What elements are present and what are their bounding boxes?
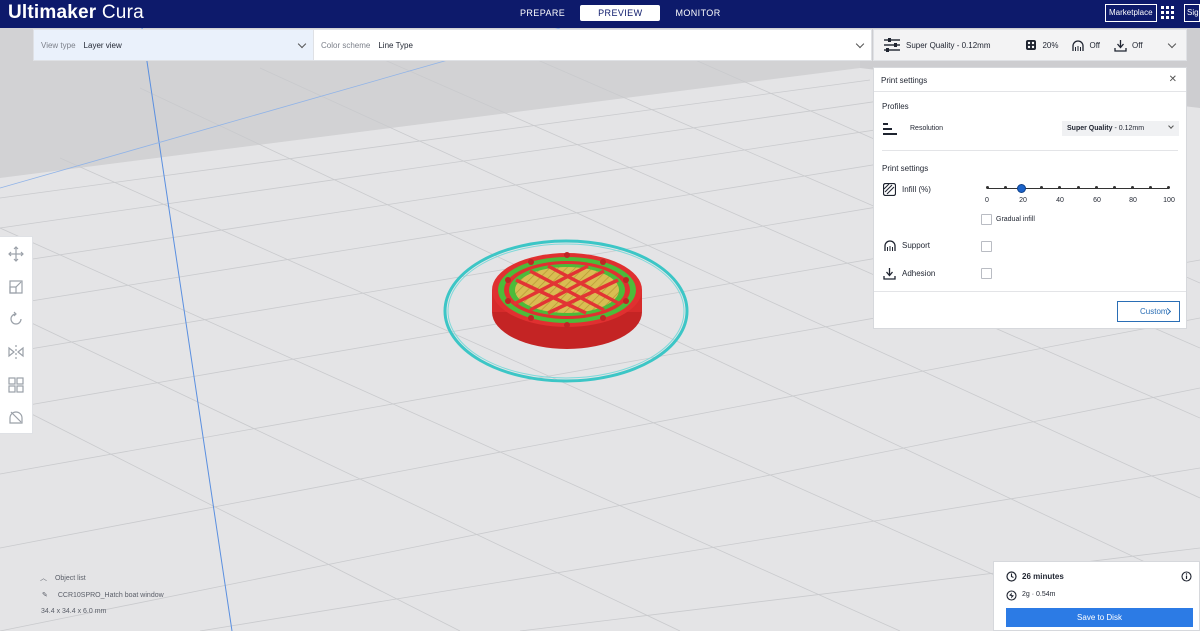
- slider-tick-label: 0: [985, 197, 989, 204]
- material-estimate: 2g · 0.54m: [1022, 591, 1056, 598]
- infill-hatch-icon: [883, 183, 896, 196]
- slider-tick-label: 40: [1056, 197, 1064, 204]
- slider-dot: [1113, 186, 1116, 189]
- move-icon[interactable]: [8, 246, 24, 262]
- adhesion-checkbox[interactable]: [981, 268, 992, 279]
- clock-icon: [1006, 571, 1017, 582]
- output-panel: 26 minutes 2g · 0.54m Save to Disk: [993, 561, 1200, 631]
- adhesion-icon: [883, 268, 896, 280]
- infill-label: Infill (%): [902, 185, 931, 194]
- info-icon[interactable]: [1181, 571, 1192, 582]
- support-label: Support: [902, 241, 931, 250]
- print-settings-heading: Print settings: [882, 164, 929, 173]
- sign-in-button[interactable]: Sign in: [1184, 4, 1200, 22]
- slider-dot: [986, 186, 989, 189]
- tab-monitor[interactable]: MONITOR: [660, 5, 735, 21]
- marketplace-button[interactable]: Marketplace: [1105, 4, 1157, 22]
- slider-dot: [1131, 186, 1134, 189]
- object-list-header: Object list: [54, 575, 86, 582]
- rotate-icon[interactable]: [8, 311, 24, 327]
- custom-button[interactable]: Custom: [1117, 301, 1180, 322]
- infill-summary: 20%: [1042, 40, 1059, 50]
- pencil-icon: ✎: [42, 592, 48, 599]
- top-bar: Ultimaker Cura PREPARE PREVIEW MONITOR M…: [0, 0, 1200, 28]
- divider: [874, 291, 1186, 292]
- support-blocker-icon[interactable]: [8, 409, 24, 425]
- slider-dot: [1040, 186, 1043, 189]
- slider-tick-label: 60: [1093, 197, 1101, 204]
- stage-tabs: PREPARE PREVIEW MONITOR: [505, 5, 736, 21]
- tab-preview[interactable]: PREVIEW: [580, 5, 661, 21]
- slider-dot: [1167, 186, 1170, 189]
- settings-sliders-icon: [884, 38, 900, 52]
- app-logo-bold: Ultimaker: [8, 2, 97, 23]
- divider: [882, 150, 1178, 151]
- gradual-infill-label: Gradual infill: [996, 216, 1035, 223]
- view-toolbar: View type Layer view Color scheme Line T…: [33, 29, 872, 61]
- object-list-toggle[interactable]: ︿ Object list: [40, 573, 86, 583]
- object-dimensions: 34.4 x 34.4 x 6.0 mm: [41, 608, 107, 615]
- adhesion-label: Adhesion: [902, 269, 936, 278]
- chevron-down-icon: [855, 39, 865, 49]
- chevron-down-icon: [1167, 39, 1177, 49]
- object-file-name: CCR10SPRO_Hatch boat window: [57, 592, 164, 599]
- resolution-value-quality: Super Quality: [1067, 125, 1113, 132]
- slider-tick-label: 100: [1163, 197, 1175, 204]
- profile-summary: Super Quality - 0.12mm: [906, 40, 991, 50]
- chevron-up-icon: ︿: [40, 575, 47, 582]
- support-icon: [884, 240, 896, 251]
- profiles-heading: Profiles: [882, 102, 909, 111]
- view-type-select[interactable]: View type Layer view: [34, 30, 314, 60]
- gradual-infill-checkbox[interactable]: [981, 214, 992, 225]
- close-icon[interactable]: ✕: [1169, 74, 1177, 85]
- support-summary: Off: [1089, 40, 1101, 50]
- slider-dot: [1058, 186, 1061, 189]
- slider-tick-label: 20: [1019, 197, 1027, 204]
- adhesion-summary: Off: [1132, 40, 1143, 50]
- slider-handle[interactable]: [1017, 184, 1026, 193]
- app-logo-light: Cura: [101, 2, 144, 23]
- color-scheme-value: Line Type: [378, 40, 413, 50]
- app-logo: Ultimaker Cura: [8, 1, 144, 25]
- divider: [874, 91, 1186, 92]
- view-type-label: View type: [41, 40, 76, 50]
- tab-prepare[interactable]: PREPARE: [505, 5, 580, 21]
- support-icon: [1071, 39, 1084, 51]
- resolution-select[interactable]: Super Quality - 0.12mm: [1062, 121, 1179, 136]
- resolution-label: Resolution: [910, 125, 944, 132]
- infill-icon: [1026, 40, 1037, 50]
- slider-dot: [1077, 186, 1080, 189]
- mirror-icon[interactable]: [8, 344, 24, 360]
- save-to-disk-button[interactable]: Save to Disk: [1006, 608, 1193, 627]
- scale-icon[interactable]: [8, 279, 24, 295]
- view-type-value: Layer view: [83, 40, 122, 50]
- slider-dot: [1095, 186, 1098, 189]
- resolution-icon: [883, 123, 897, 135]
- color-scheme-label: Color scheme: [321, 40, 371, 50]
- slider-tick-label: 80: [1129, 197, 1137, 204]
- object-list-item[interactable]: ✎ CCR10SPRO_Hatch boat window: [42, 591, 164, 599]
- adhesion-icon: [1114, 39, 1127, 52]
- color-scheme-select[interactable]: Color scheme Line Type: [314, 30, 871, 60]
- resolution-value-layer: - 0.12mm: [1112, 125, 1145, 132]
- slider-dot: [1149, 186, 1152, 189]
- print-settings-panel: Print settings ✕ Profiles Resolution Sup…: [873, 67, 1187, 329]
- panel-title: Print settings: [881, 76, 928, 85]
- per-model-settings-icon[interactable]: [8, 377, 24, 393]
- tool-panel: [0, 236, 33, 434]
- apps-grid-icon[interactable]: [1161, 6, 1175, 20]
- chevron-down-icon: [297, 39, 307, 49]
- slider-dot: [1004, 186, 1007, 189]
- print-time: 26 minutes: [1022, 572, 1064, 581]
- support-checkbox[interactable]: [981, 241, 992, 252]
- spool-icon: [1006, 590, 1017, 601]
- print-setup-summary[interactable]: Super Quality - 0.12mm 20% Off Off: [873, 29, 1187, 61]
- infill-slider[interactable]: 0 20 40 60 80 100: [985, 181, 1175, 211]
- chevron-down-icon: [1168, 123, 1174, 129]
